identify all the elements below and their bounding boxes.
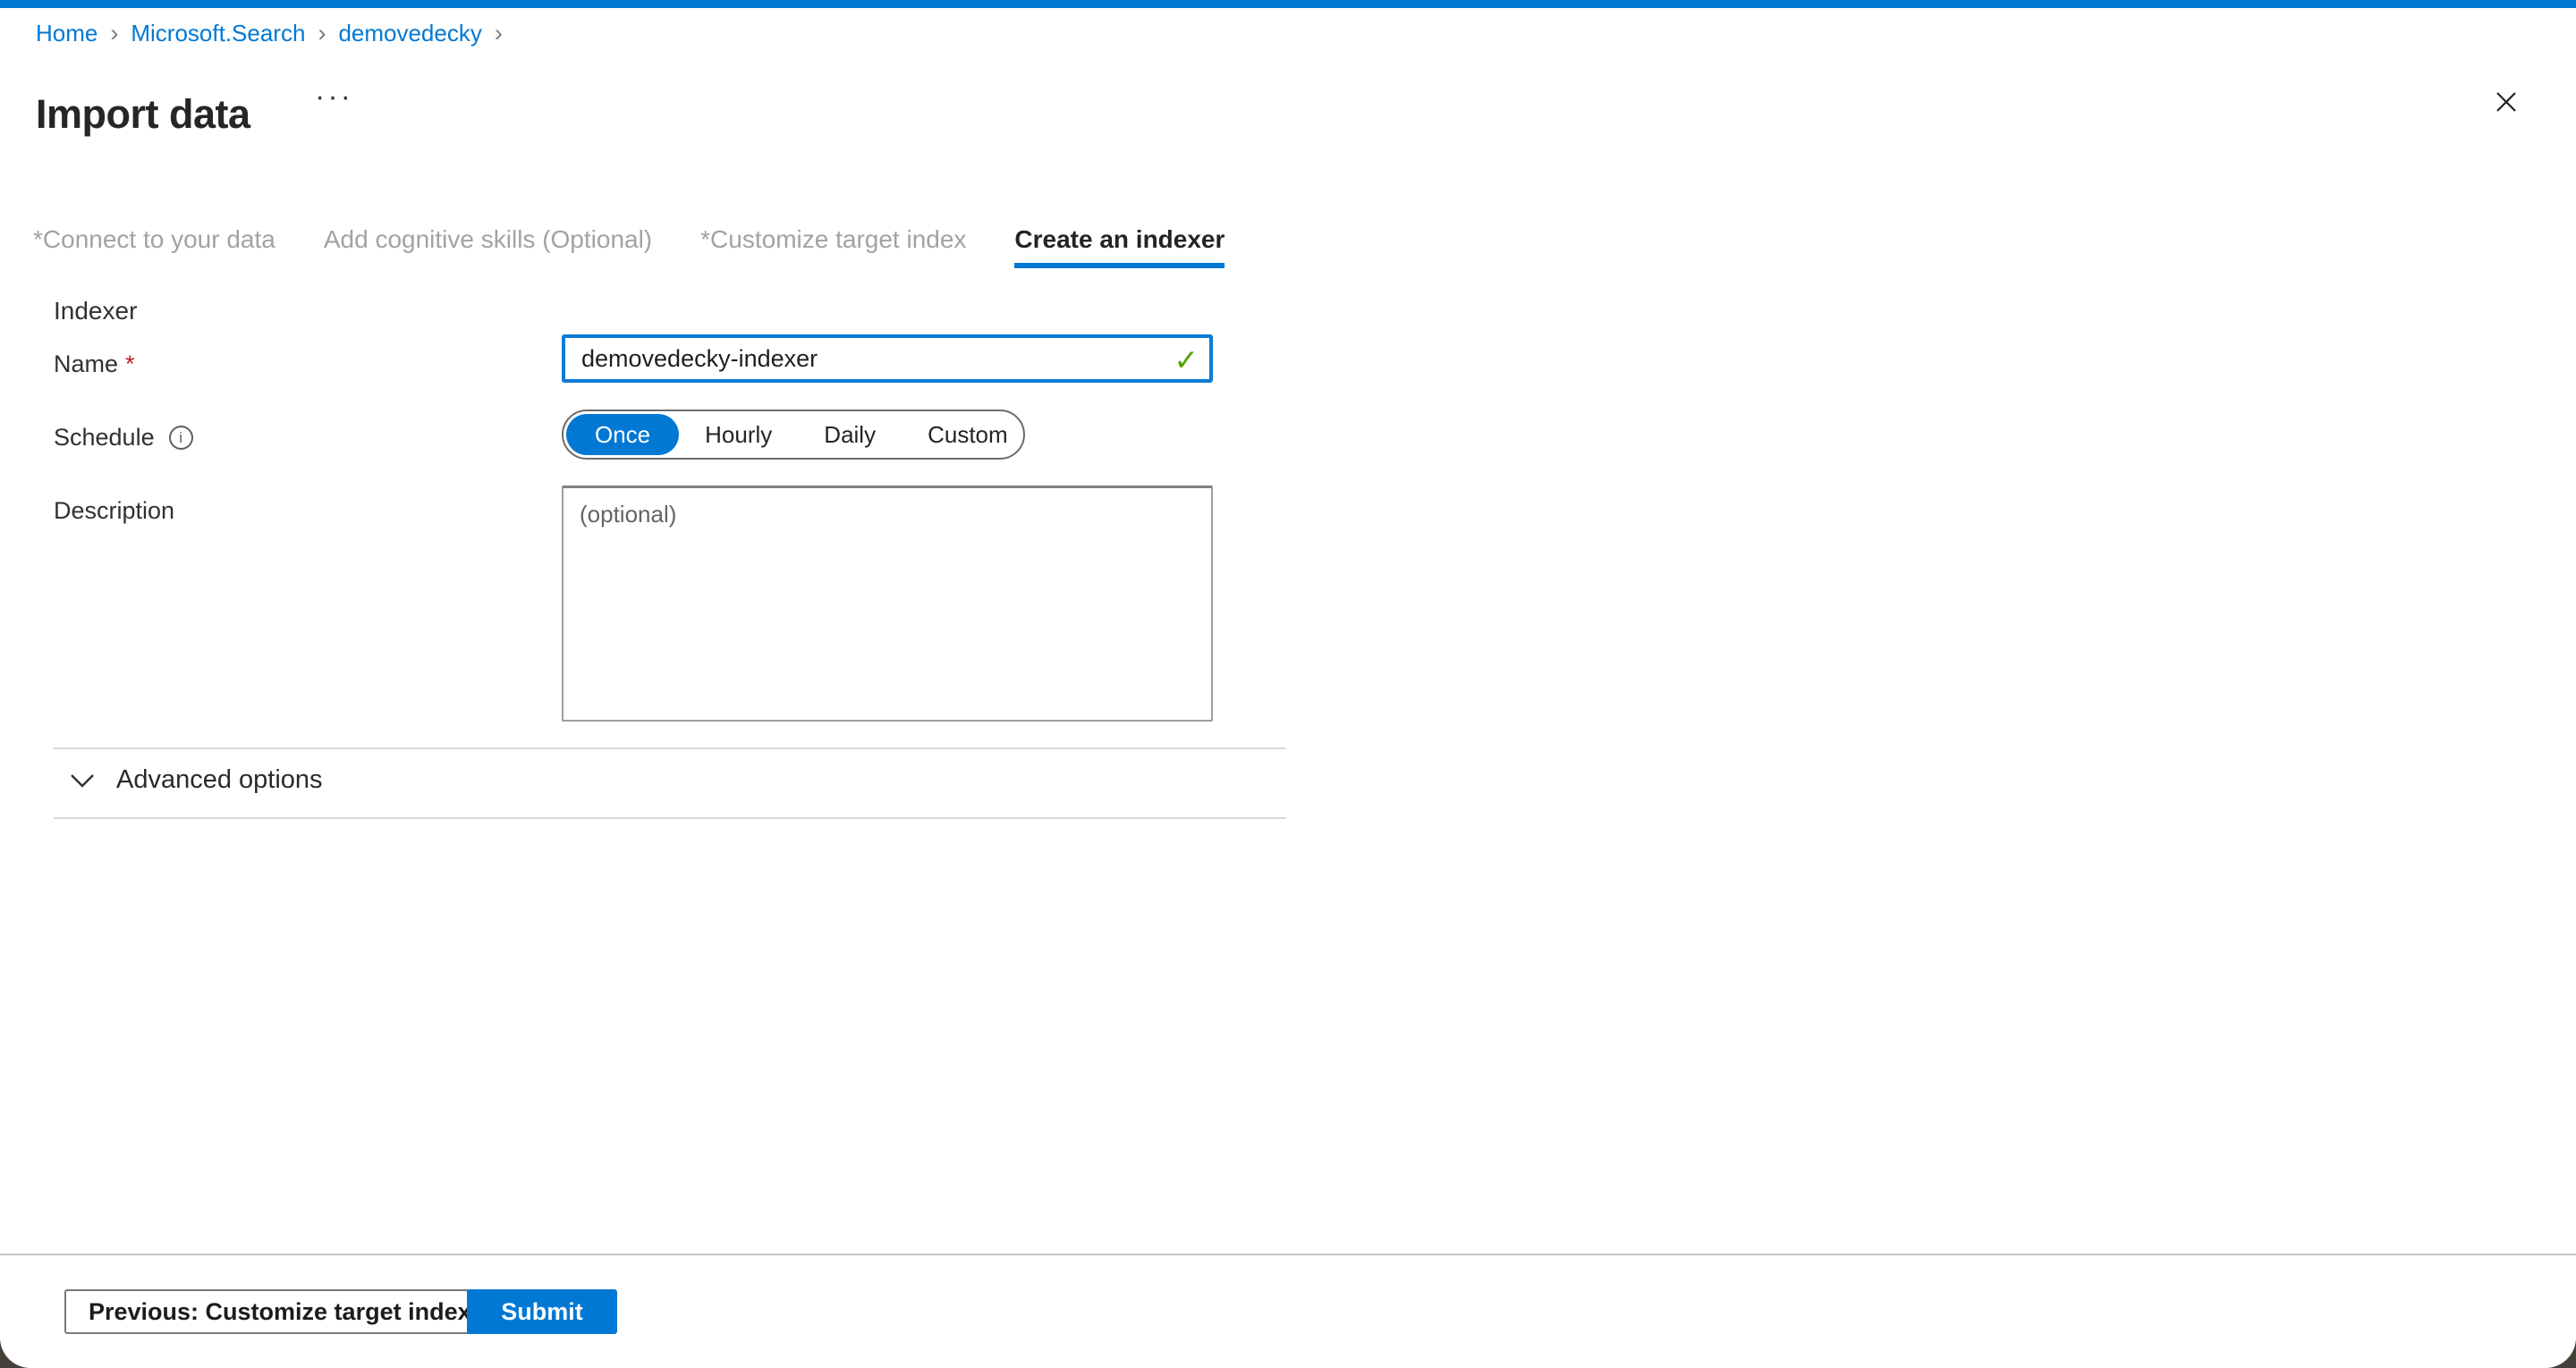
divider bbox=[54, 817, 1286, 819]
required-marker: * bbox=[700, 225, 710, 253]
tab-label: Customize target index bbox=[710, 225, 966, 253]
schedule-option-once[interactable]: Once bbox=[566, 414, 679, 455]
required-marker: * bbox=[33, 225, 43, 253]
required-marker: * bbox=[125, 350, 135, 377]
more-actions-button[interactable]: ··· bbox=[309, 79, 359, 115]
wizard-steps-tablist: *Connect to your data Add cognitive skil… bbox=[33, 225, 1224, 268]
breadcrumb-link-demovedecky[interactable]: demovedecky bbox=[338, 20, 481, 47]
indexer-section-heading: Indexer bbox=[54, 297, 137, 325]
tab-add-cognitive-skills[interactable]: Add cognitive skills (Optional) bbox=[324, 225, 652, 268]
description-field-label: Description bbox=[54, 497, 174, 525]
name-field-label: Name * bbox=[54, 350, 135, 378]
divider bbox=[54, 747, 1286, 749]
advanced-options-label: Advanced options bbox=[116, 765, 323, 795]
name-field-wrapper: ✓ bbox=[562, 334, 1213, 383]
breadcrumb-separator-icon: › bbox=[110, 21, 118, 46]
footer-divider bbox=[0, 1254, 2576, 1255]
schedule-option-daily[interactable]: Daily bbox=[798, 421, 902, 449]
advanced-options-toggle[interactable]: Advanced options bbox=[70, 765, 323, 795]
schedule-label-text: Schedule bbox=[54, 424, 155, 452]
schedule-field-label: Schedule i bbox=[54, 424, 193, 452]
breadcrumb: Home › Microsoft.Search › demovedecky › bbox=[36, 20, 515, 47]
schedule-option-hourly[interactable]: Hourly bbox=[679, 421, 798, 449]
schedule-segmented-control: Once Hourly Daily Custom bbox=[562, 410, 1025, 460]
close-button[interactable] bbox=[2487, 82, 2526, 122]
info-icon[interactable]: i bbox=[169, 426, 193, 450]
import-data-panel: Home › Microsoft.Search › demovedecky › … bbox=[0, 0, 2576, 1368]
close-icon bbox=[2492, 88, 2521, 116]
description-textarea[interactable] bbox=[562, 486, 1213, 722]
page-title: Import data bbox=[36, 91, 250, 138]
tab-label: Add cognitive skills (Optional) bbox=[324, 225, 652, 253]
breadcrumb-separator-icon: › bbox=[495, 21, 503, 46]
tab-connect-to-your-data[interactable]: *Connect to your data bbox=[33, 225, 275, 268]
submit-button[interactable]: Submit bbox=[467, 1289, 617, 1334]
previous-step-button[interactable]: Previous: Customize target index bbox=[64, 1289, 496, 1334]
schedule-option-custom[interactable]: Custom bbox=[902, 421, 1034, 449]
tab-label: Connect to your data bbox=[43, 225, 275, 253]
breadcrumb-separator-icon: › bbox=[318, 21, 326, 46]
chevron-down-icon bbox=[70, 773, 95, 789]
tab-customize-target-index[interactable]: *Customize target index bbox=[700, 225, 966, 268]
tab-label: Create an indexer bbox=[1014, 225, 1224, 253]
indexer-name-input[interactable] bbox=[562, 334, 1213, 383]
breadcrumb-link-microsoft-search[interactable]: Microsoft.Search bbox=[131, 20, 305, 47]
tab-create-an-indexer[interactable]: Create an indexer bbox=[1014, 225, 1224, 268]
accent-top-bar bbox=[0, 0, 2576, 8]
name-label-text: Name bbox=[54, 350, 118, 377]
breadcrumb-link-home[interactable]: Home bbox=[36, 20, 97, 47]
